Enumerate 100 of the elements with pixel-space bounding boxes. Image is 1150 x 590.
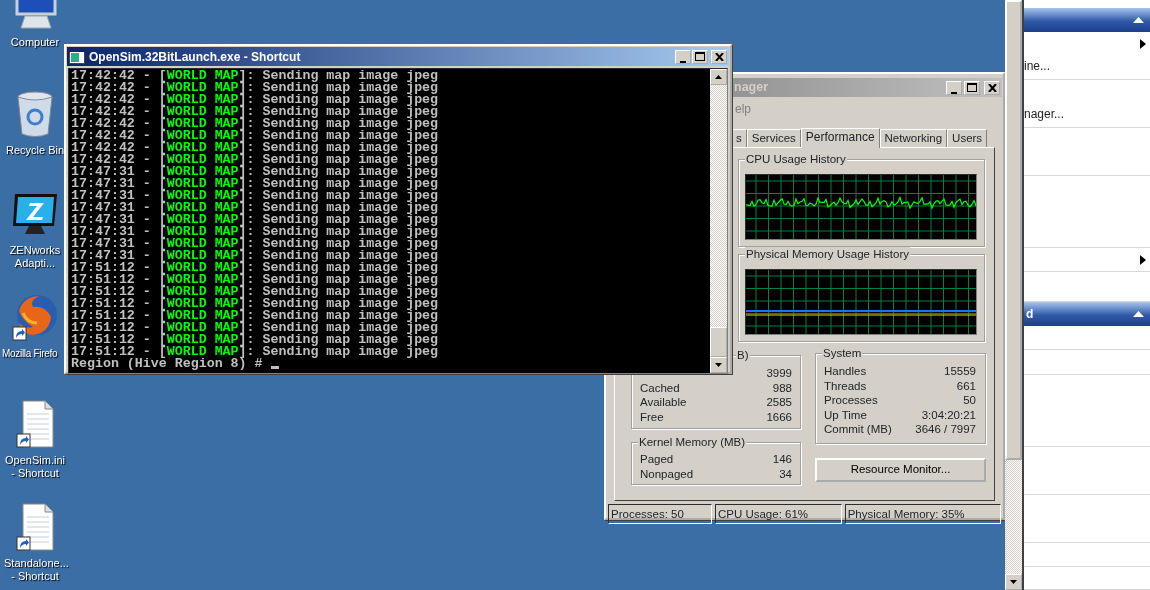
minimize-icon	[680, 60, 686, 63]
globe-icon[interactable]	[11, 293, 59, 341]
scroll-down-button[interactable]	[1005, 574, 1022, 590]
stat-label: Commit (MB)	[824, 422, 892, 437]
arrow-down-icon	[715, 363, 722, 367]
icon-label[interactable]: ZENworks Adapti...	[4, 244, 66, 270]
close-button[interactable]	[711, 49, 727, 64]
log-line: 17:42:42 - [WORLD MAP]: Sending map image jpeg	[71, 82, 440, 94]
icon-label[interactable]: OpenSim.ini - Shortcut	[4, 454, 66, 480]
log-line: 17:42:42 - [WORLD MAP]: Sending map image jpeg	[71, 142, 440, 154]
collapse-icon[interactable]	[1133, 17, 1144, 23]
log-line: 17:47:31 - [WORLD MAP]: Sending map image jpeg	[71, 202, 440, 214]
log-line: 17:42:42 - [WORLD MAP]: Sending map image jpeg	[71, 130, 440, 142]
icon-label[interactable]: Standalone... - Shortcut	[4, 557, 66, 583]
section-header[interactable]	[1024, 8, 1150, 32]
log-line: 17:42:42 - [WORLD MAP]: Sending map image jpeg	[71, 118, 440, 130]
minimize-button[interactable]	[675, 49, 691, 64]
prompt-text: Region (Hive Region 8) #	[71, 358, 263, 370]
group-title: System	[822, 346, 863, 360]
stat-label: Up Time	[824, 407, 867, 422]
status-pane: Physical Memory: 35%	[844, 504, 1001, 524]
close-button[interactable]	[984, 80, 1000, 95]
arrow-down-icon	[1010, 580, 1017, 584]
stat-value: 3999	[766, 366, 792, 381]
log-line: 17:47:31 - [WORLD MAP]: Sending map image jpeg	[71, 178, 440, 190]
scroll-up-button[interactable]	[710, 69, 727, 85]
group-title: Kernel Memory (MB)	[638, 435, 747, 449]
icon-label[interactable]: Recycle Bin	[5, 144, 65, 157]
log-line: 17:51:12 - [WORLD MAP]: Sending map image jpeg	[71, 310, 440, 322]
maximize-icon	[695, 52, 705, 61]
maximize-button[interactable]	[964, 80, 980, 95]
document-shortcut-icon[interactable]	[15, 400, 55, 448]
task-link[interactable]: ine...	[1024, 57, 1050, 75]
tab[interactable]: Networking	[879, 129, 948, 147]
window-title: nager	[734, 79, 769, 97]
icon-label[interactable]: Computer	[10, 36, 60, 49]
stat-label: Processes	[824, 393, 878, 408]
stat-value: 3646 / 7997	[915, 422, 976, 437]
log-line: 17:51:12 - [WORLD MAP]: Sending map image jpeg	[71, 274, 440, 286]
group-title: Physical Memory Usage History	[745, 247, 910, 261]
log-line: 17:51:12 - [WORLD MAP]: Sending map image jpeg	[71, 298, 440, 310]
tab[interactable]: Performance	[800, 128, 880, 148]
minimize-button[interactable]	[946, 80, 962, 95]
tab[interactable]: Users	[947, 129, 988, 147]
text-cursor	[270, 366, 279, 369]
log-line: 17:51:12 - [WORLD MAP]: Sending map image jpeg	[71, 322, 440, 334]
stat-label: Cached	[640, 380, 680, 395]
document-shortcut-icon[interactable]	[15, 503, 55, 551]
stat-value: 3:04:20:21	[921, 407, 976, 422]
maximize-icon	[967, 83, 977, 92]
icon-label[interactable]: Mozilla Firefo	[2, 347, 58, 360]
status-pane: Processes: 50	[608, 504, 712, 524]
log-line: 17:42:42 - [WORLD MAP]: Sending map image jpeg	[71, 70, 440, 82]
log-line: 17:42:42 - [WORLD MAP]: Sending map image jpeg	[71, 94, 440, 106]
maximize-button[interactable]	[692, 49, 708, 64]
task-link[interactable]: nager...	[1024, 105, 1065, 123]
log-line: 17:51:12 - [WORLD MAP]: Sending map image jpeg	[71, 262, 440, 274]
resource-monitor-button[interactable]: Resource Monitor...	[815, 457, 986, 482]
stat-label: Paged	[640, 452, 674, 467]
scrollbar-thumb[interactable]	[1005, 0, 1022, 460]
minimize-icon	[951, 91, 957, 94]
log-line: 17:51:12 - [WORLD MAP]: Sending map image jpeg	[71, 334, 440, 346]
stat-value: 50	[963, 393, 976, 408]
trash-bin-icon[interactable]	[15, 90, 55, 138]
console-icon	[69, 49, 85, 64]
submenu-arrow-icon[interactable]	[1140, 255, 1146, 265]
tab[interactable]: Services	[746, 129, 801, 147]
log-line: 17:47:31 - [WORLD MAP]: Sending map image jpeg	[71, 166, 440, 178]
close-icon	[714, 52, 724, 61]
group-title: B)	[736, 348, 750, 362]
stat-label: Available	[640, 395, 687, 410]
stat-value: 2585	[766, 395, 792, 410]
window-title: OpenSim.32BitLaunch.exe - Shortcut	[89, 48, 301, 66]
log-line: 17:42:42 - [WORLD MAP]: Sending map image jpeg	[71, 154, 440, 166]
arrow-up-icon	[715, 75, 722, 79]
section-title: d	[1026, 306, 1034, 323]
stat-label: Handles	[824, 364, 867, 379]
log-line: 17:47:31 - [WORLD MAP]: Sending map image jpeg	[71, 238, 440, 250]
log-line: 17:47:31 - [WORLD MAP]: Sending map image jpeg	[71, 226, 440, 238]
log-line: 17:47:31 - [WORLD MAP]: Sending map image jpeg	[71, 190, 440, 202]
log-line: 17:47:31 - [WORLD MAP]: Sending map image jpeg	[71, 250, 440, 262]
stat-label: Free	[640, 409, 664, 424]
stat-label: Nonpaged	[640, 466, 694, 481]
log-line: 17:47:31 - [WORLD MAP]: Sending map image jpeg	[71, 214, 440, 226]
submenu-arrow-icon[interactable]	[1140, 39, 1146, 49]
stat-value: 1666	[766, 409, 792, 424]
stat-value: 146	[772, 452, 792, 467]
collapse-icon[interactable]	[1133, 311, 1144, 317]
stat-label: Threads	[824, 378, 867, 393]
group-title: CPU Usage History	[745, 152, 847, 166]
scroll-down-button[interactable]	[710, 357, 727, 373]
log-line: 17:51:12 - [WORLD MAP]: Sending map image jpeg	[71, 286, 440, 298]
stat-value: 661	[956, 378, 976, 393]
scrollbar-thumb[interactable]	[710, 327, 727, 357]
section-header[interactable]: d	[1024, 302, 1150, 326]
stat-value: 15559	[944, 364, 976, 379]
stat-value: 988	[772, 380, 792, 395]
status-pane: CPU Usage: 61%	[714, 504, 842, 524]
log-line: 17:42:42 - [WORLD MAP]: Sending map image jpeg	[71, 106, 440, 118]
stat-value: 34	[779, 466, 792, 481]
